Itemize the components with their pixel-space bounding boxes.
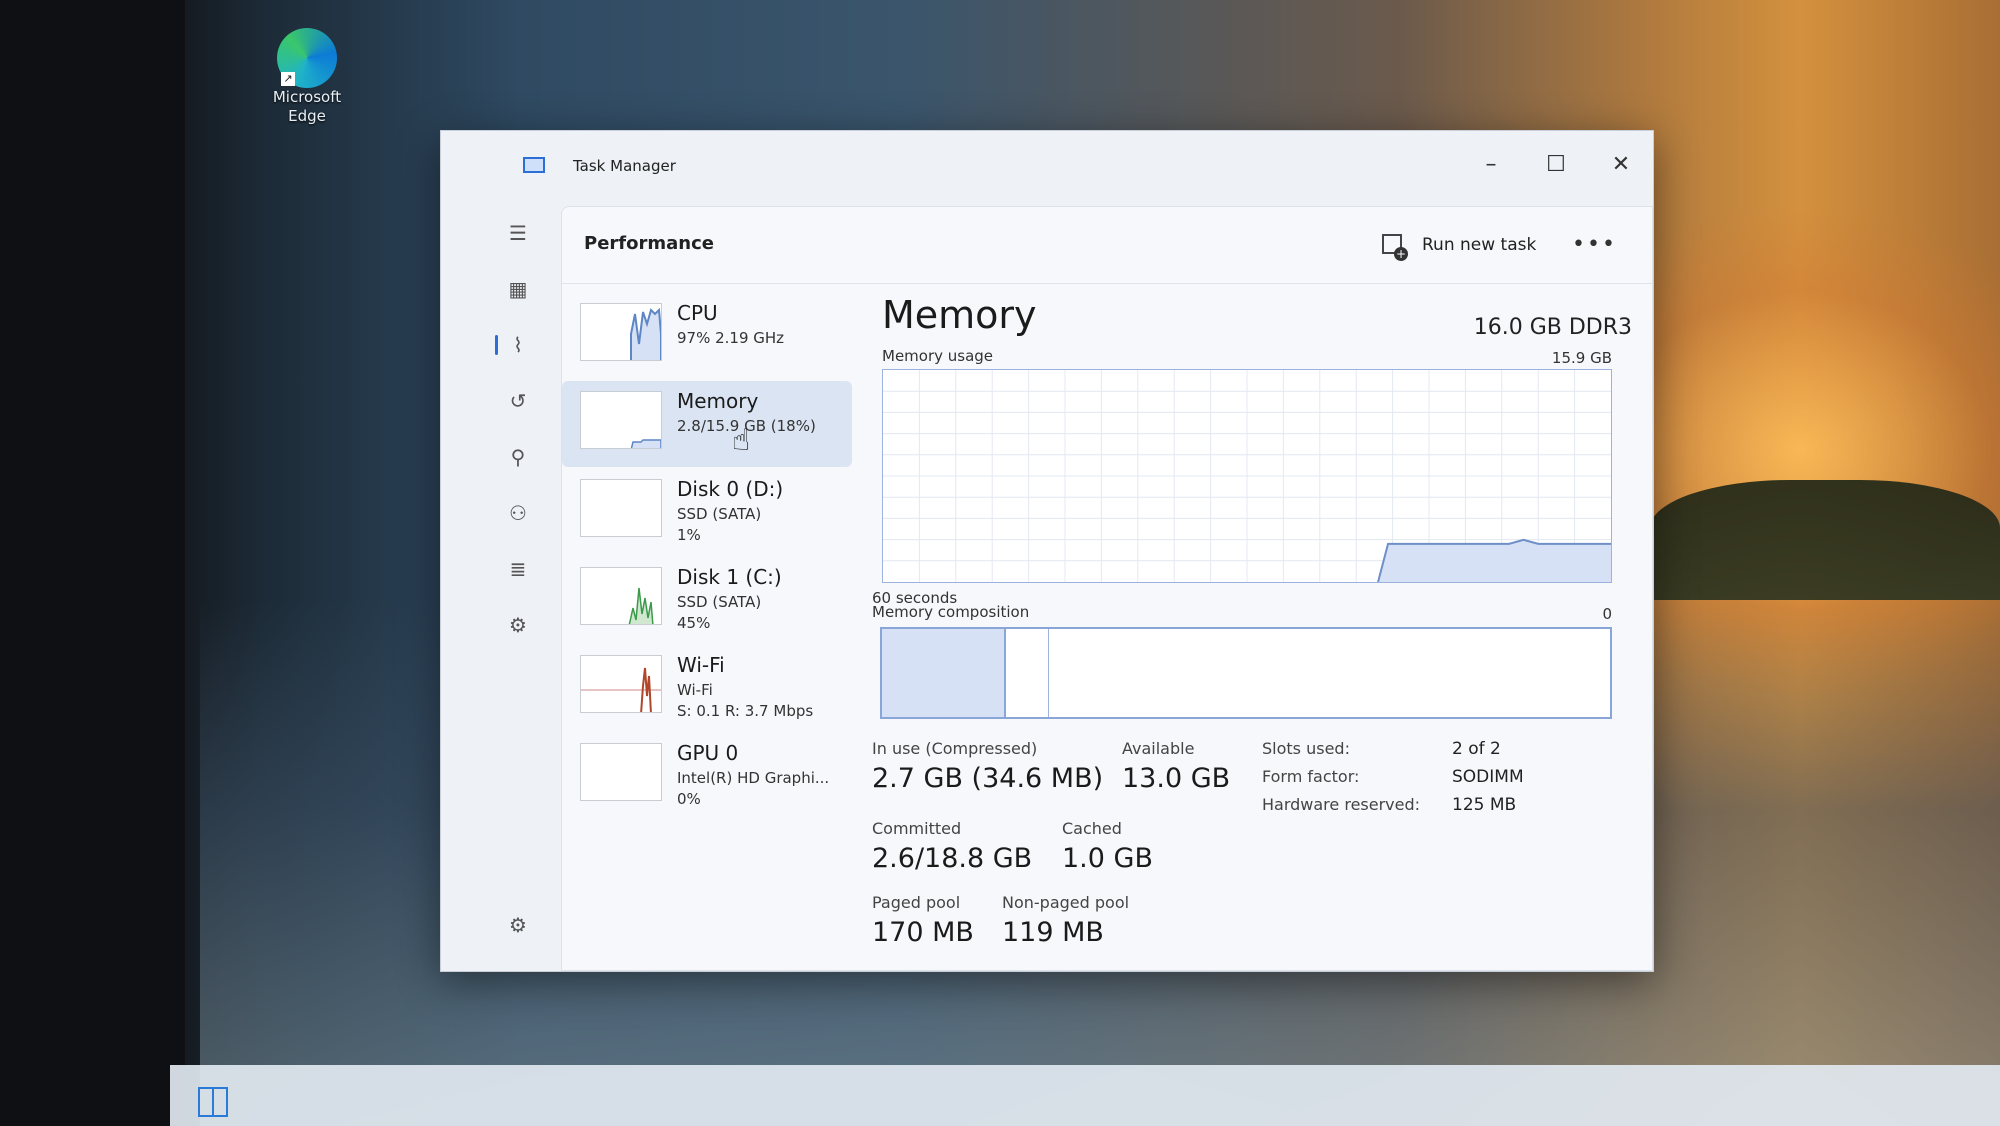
nav-sidebar: ☰ ▦ ⌇ ↺ ⚲ ⚇ ≣ ⚙ ⚙ xyxy=(493,211,543,951)
wifi-thumbnail xyxy=(580,655,662,713)
device-detail: S: 0.1 R: 3.7 Mbps xyxy=(677,702,814,720)
gpu-thumbnail xyxy=(580,743,662,801)
form-factor-label: Form factor: xyxy=(1262,767,1360,786)
committed-label: Committed xyxy=(872,819,962,838)
slots-used-label: Slots used: xyxy=(1262,739,1350,758)
run-new-task-button[interactable]: Run new task xyxy=(1382,227,1536,263)
device-name: Memory xyxy=(677,389,759,413)
menu-icon[interactable]: ☰ xyxy=(493,211,543,255)
committed-value: 2.6/18.8 GB xyxy=(872,843,1033,874)
memory-composition-label: Memory composition xyxy=(872,603,1030,621)
performance-panel: Performance Run new task ••• CPU 97% 2.1… xyxy=(561,206,1653,971)
task-manager-app-icon xyxy=(523,157,545,173)
device-detail: 0% xyxy=(677,790,701,808)
device-detail: 97% 2.19 GHz xyxy=(677,329,785,347)
maximize-button[interactable]: ☐ xyxy=(1526,145,1586,185)
device-detail: Intel(R) HD Graphi... xyxy=(677,769,830,787)
window-title: Task Manager xyxy=(573,157,676,175)
paged-pool-value: 170 MB xyxy=(872,917,974,948)
non-paged-pool-value: 119 MB xyxy=(1002,917,1104,948)
memory-spec: 16.0 GB DDR3 xyxy=(1473,315,1632,340)
settings-icon[interactable]: ⚙ xyxy=(493,903,543,947)
run-new-task-label: Run new task xyxy=(1422,235,1537,255)
cached-value: 1.0 GB xyxy=(1062,843,1153,874)
hardware-reserved-value: 125 MB xyxy=(1452,795,1517,815)
device-detail: SSD (SATA) xyxy=(677,593,762,611)
device-name: GPU 0 xyxy=(677,741,739,765)
memory-usage-chart xyxy=(883,370,1611,583)
edge-logo-icon: ↗ xyxy=(277,28,337,88)
slots-used-value: 2 of 2 xyxy=(1452,739,1501,759)
desktop-icon-label: Microsoft Edge xyxy=(272,88,342,125)
app-history-icon[interactable]: ↺ xyxy=(493,379,543,423)
memory-usage-graph xyxy=(882,369,1612,583)
memory-usage-area xyxy=(1378,539,1611,582)
performance-icon[interactable]: ⌇ xyxy=(493,323,543,367)
device-wifi[interactable]: Wi-Fi Wi-Fi S: 0.1 R: 3.7 Mbps xyxy=(562,645,852,731)
processes-icon[interactable]: ▦ xyxy=(493,267,543,311)
task-manager-window: Task Manager – ☐ ✕ ☰ ▦ ⌇ ↺ ⚲ ⚇ ≣ ⚙ ⚙ Per… xyxy=(440,130,1654,972)
minimize-button[interactable]: – xyxy=(1461,145,1521,185)
paged-pool-label: Paged pool xyxy=(872,893,961,912)
panel-header: Performance Run new task ••• xyxy=(562,207,1652,284)
device-disk-1[interactable]: Disk 1 (C:) SSD (SATA) 45% xyxy=(562,557,852,643)
title-bar[interactable]: Task Manager – ☐ ✕ xyxy=(441,131,1653,201)
memory-usage-label: Memory usage xyxy=(882,347,994,365)
close-button[interactable]: ✕ xyxy=(1591,145,1651,185)
device-name: CPU xyxy=(677,301,718,325)
available-value: 13.0 GB xyxy=(1122,763,1231,794)
taskbar xyxy=(170,1065,2000,1126)
page-title: Performance xyxy=(584,233,714,254)
task-view-icon[interactable] xyxy=(198,1087,228,1117)
device-cpu[interactable]: CPU 97% 2.19 GHz xyxy=(562,293,852,379)
memory-composition-bar xyxy=(880,627,1612,719)
hardware-reserved-label: Hardware reserved: xyxy=(1262,795,1421,814)
cached-label: Cached xyxy=(1062,819,1122,838)
desktop-icon-edge[interactable]: ↗ Microsoft Edge xyxy=(262,28,352,126)
device-name: Disk 1 (C:) xyxy=(677,565,782,589)
device-name: Disk 0 (D:) xyxy=(677,477,784,501)
device-list: CPU 97% 2.19 GHz Memory 2.8/15.9 GB (18%… xyxy=(562,293,852,953)
users-icon[interactable]: ⚇ xyxy=(493,491,543,535)
wallpaper-trees xyxy=(1650,480,2000,600)
cpu-thumbnail xyxy=(580,303,662,361)
device-detail: 45% xyxy=(677,614,711,632)
shortcut-arrow-icon: ↗ xyxy=(281,72,295,86)
composition-modified xyxy=(1006,629,1049,717)
composition-in-use xyxy=(882,629,1006,717)
in-use-value: 2.7 GB (34.6 MB) xyxy=(872,763,1104,794)
form-factor-value: SODIMM xyxy=(1452,767,1524,787)
disk1-thumbnail xyxy=(580,567,662,625)
mouse-pointer-icon: ☝ xyxy=(732,423,751,458)
device-memory[interactable]: Memory 2.8/15.9 GB (18%) xyxy=(562,381,852,467)
startup-icon[interactable]: ⚲ xyxy=(493,435,543,479)
memory-detail: Memory 16.0 GB DDR3 Memory usage 15.9 GB… xyxy=(872,293,1642,963)
monitor-bezel xyxy=(0,0,185,1126)
run-task-icon xyxy=(1382,234,1408,261)
disk0-thumbnail xyxy=(580,479,662,537)
services-icon[interactable]: ⚙ xyxy=(493,603,543,647)
device-detail: 1% xyxy=(677,526,701,544)
memory-usage-max: 15.9 GB xyxy=(1551,349,1612,367)
device-detail: SSD (SATA) xyxy=(677,505,762,523)
non-paged-pool-label: Non-paged pool xyxy=(1002,893,1130,912)
detail-title: Memory xyxy=(882,293,1037,337)
in-use-label: In use (Compressed) xyxy=(872,739,1038,758)
device-gpu-0[interactable]: GPU 0 Intel(R) HD Graphi... 0% xyxy=(562,733,852,819)
device-disk-0[interactable]: Disk 0 (D:) SSD (SATA) 1% xyxy=(562,469,852,555)
available-label: Available xyxy=(1122,739,1195,758)
memory-thumbnail xyxy=(580,391,662,449)
more-options-button[interactable]: ••• xyxy=(1572,227,1617,263)
device-name: Wi-Fi xyxy=(677,653,725,677)
composition-zero-label: 0 xyxy=(1602,605,1612,623)
device-detail: Wi-Fi xyxy=(677,681,713,699)
details-icon[interactable]: ≣ xyxy=(493,547,543,591)
